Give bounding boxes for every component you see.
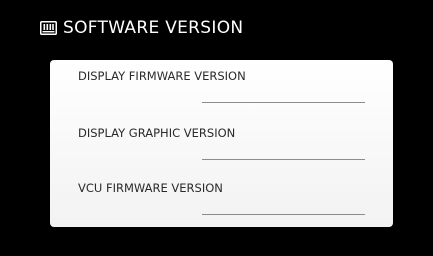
firmware-chip-icon [40,21,57,35]
display-graphic-version-label: DISPLAY GRAPHIC VERSION [78,126,236,140]
header: SOFTWARE VERSION [40,14,243,42]
display-graphic-version-value [202,147,365,160]
vcu-firmware-version-label: VCU FIRMWARE VERSION [78,181,223,195]
version-panel: DISPLAY FIRMWARE VERSION DISPLAY GRAPHIC… [50,60,393,227]
vcu-firmware-version-value [202,202,365,215]
version-row-display-graphic: DISPLAY GRAPHIC VERSION [50,117,393,173]
version-row-vcu-firmware: VCU FIRMWARE VERSION [50,172,393,228]
display-firmware-version-label: DISPLAY FIRMWARE VERSION [78,69,246,83]
page-title: SOFTWARE VERSION [63,18,244,38]
display-firmware-version-value [202,90,365,103]
version-row-display-firmware: DISPLAY FIRMWARE VERSION [50,60,393,116]
